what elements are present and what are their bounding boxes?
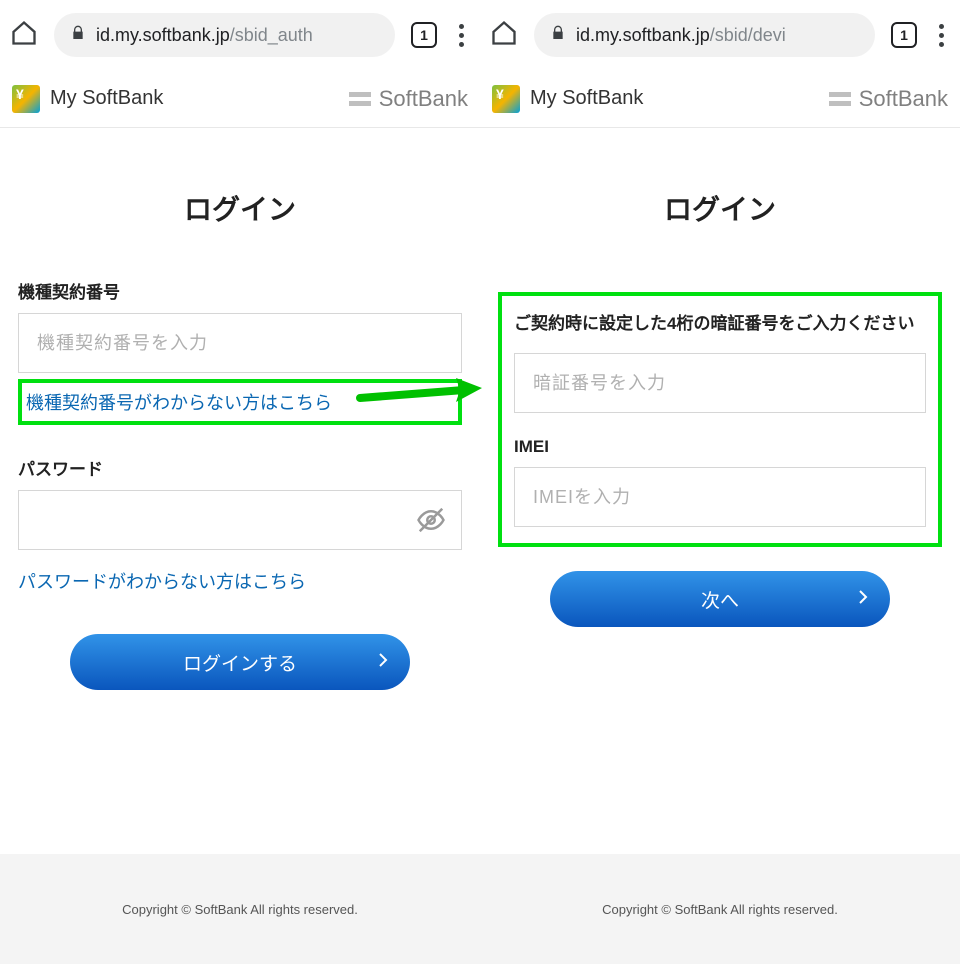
next-button-label: 次へ: [701, 586, 739, 613]
page-title: ログイン: [18, 188, 462, 228]
browser-chrome: id.my.softbank.jp/sbid/devi 1: [480, 0, 960, 70]
contract-help-link[interactable]: 機種契約番号がわからない方はこちら: [18, 379, 462, 425]
logo-text: My SoftBank: [50, 87, 163, 110]
url-text: id.my.softbank.jp/sbid_auth: [96, 25, 313, 46]
lock-icon: [550, 25, 566, 46]
home-icon[interactable]: [490, 19, 518, 52]
password-label: パスワード: [18, 455, 462, 480]
url-text: id.my.softbank.jp/sbid/devi: [576, 25, 786, 46]
page-title: ログイン: [498, 188, 942, 228]
tab-count[interactable]: 1: [411, 22, 437, 48]
logo-text: My SoftBank: [530, 87, 643, 110]
logo[interactable]: My SoftBank: [12, 85, 163, 113]
brand: SoftBank: [829, 86, 948, 112]
password-help-link[interactable]: パスワードがわからない方はこちら: [18, 568, 462, 594]
logo-icon: [492, 85, 520, 113]
screen-left: id.my.softbank.jp/sbid_auth 1 My SoftBan…: [0, 0, 480, 964]
lock-icon: [70, 25, 86, 46]
brand-bars-icon: [349, 92, 371, 106]
login-button-label: ログインする: [183, 649, 297, 676]
logo[interactable]: My SoftBank: [492, 85, 643, 113]
next-button[interactable]: 次へ: [550, 571, 890, 627]
tab-count[interactable]: 1: [891, 22, 917, 48]
app-header: My SoftBank SoftBank: [480, 70, 960, 128]
content-left: ログイン 機種契約番号 機種契約番号がわからない方はこちら パスワード パスワー…: [0, 128, 480, 854]
brand: SoftBank: [349, 86, 468, 112]
login-button[interactable]: ログインする: [70, 634, 410, 690]
url-bar[interactable]: id.my.softbank.jp/sbid/devi: [534, 13, 875, 57]
footer: Copyright © SoftBank All rights reserved…: [480, 854, 960, 964]
brand-text: SoftBank: [859, 86, 948, 112]
brand-bars-icon: [829, 92, 851, 106]
password-input[interactable]: [18, 490, 462, 550]
contract-input[interactable]: [18, 313, 462, 373]
app-header: My SoftBank SoftBank: [0, 70, 480, 128]
highlighted-form-block: ご契約時に設定した4桁の暗証番号をご入力ください IMEI: [498, 292, 942, 547]
chevron-right-icon: [378, 651, 388, 673]
imei-label: IMEI: [514, 437, 926, 457]
chevron-right-icon: [858, 588, 868, 610]
logo-icon: [12, 85, 40, 113]
pin-input[interactable]: [514, 353, 926, 413]
contract-label: 機種契約番号: [18, 278, 462, 303]
imei-input[interactable]: [514, 467, 926, 527]
pin-label: ご契約時に設定した4桁の暗証番号をご入力ください: [514, 310, 926, 337]
eye-off-icon[interactable]: [412, 501, 450, 539]
brand-text: SoftBank: [379, 86, 468, 112]
footer: Copyright © SoftBank All rights reserved…: [0, 854, 480, 964]
content-right: ログイン ご契約時に設定した4桁の暗証番号をご入力ください IMEI 次へ: [480, 128, 960, 854]
menu-icon[interactable]: [933, 24, 950, 47]
browser-chrome: id.my.softbank.jp/sbid_auth 1: [0, 0, 480, 70]
home-icon[interactable]: [10, 19, 38, 52]
screen-right: id.my.softbank.jp/sbid/devi 1 My SoftBan…: [480, 0, 960, 964]
menu-icon[interactable]: [453, 24, 470, 47]
url-bar[interactable]: id.my.softbank.jp/sbid_auth: [54, 13, 395, 57]
